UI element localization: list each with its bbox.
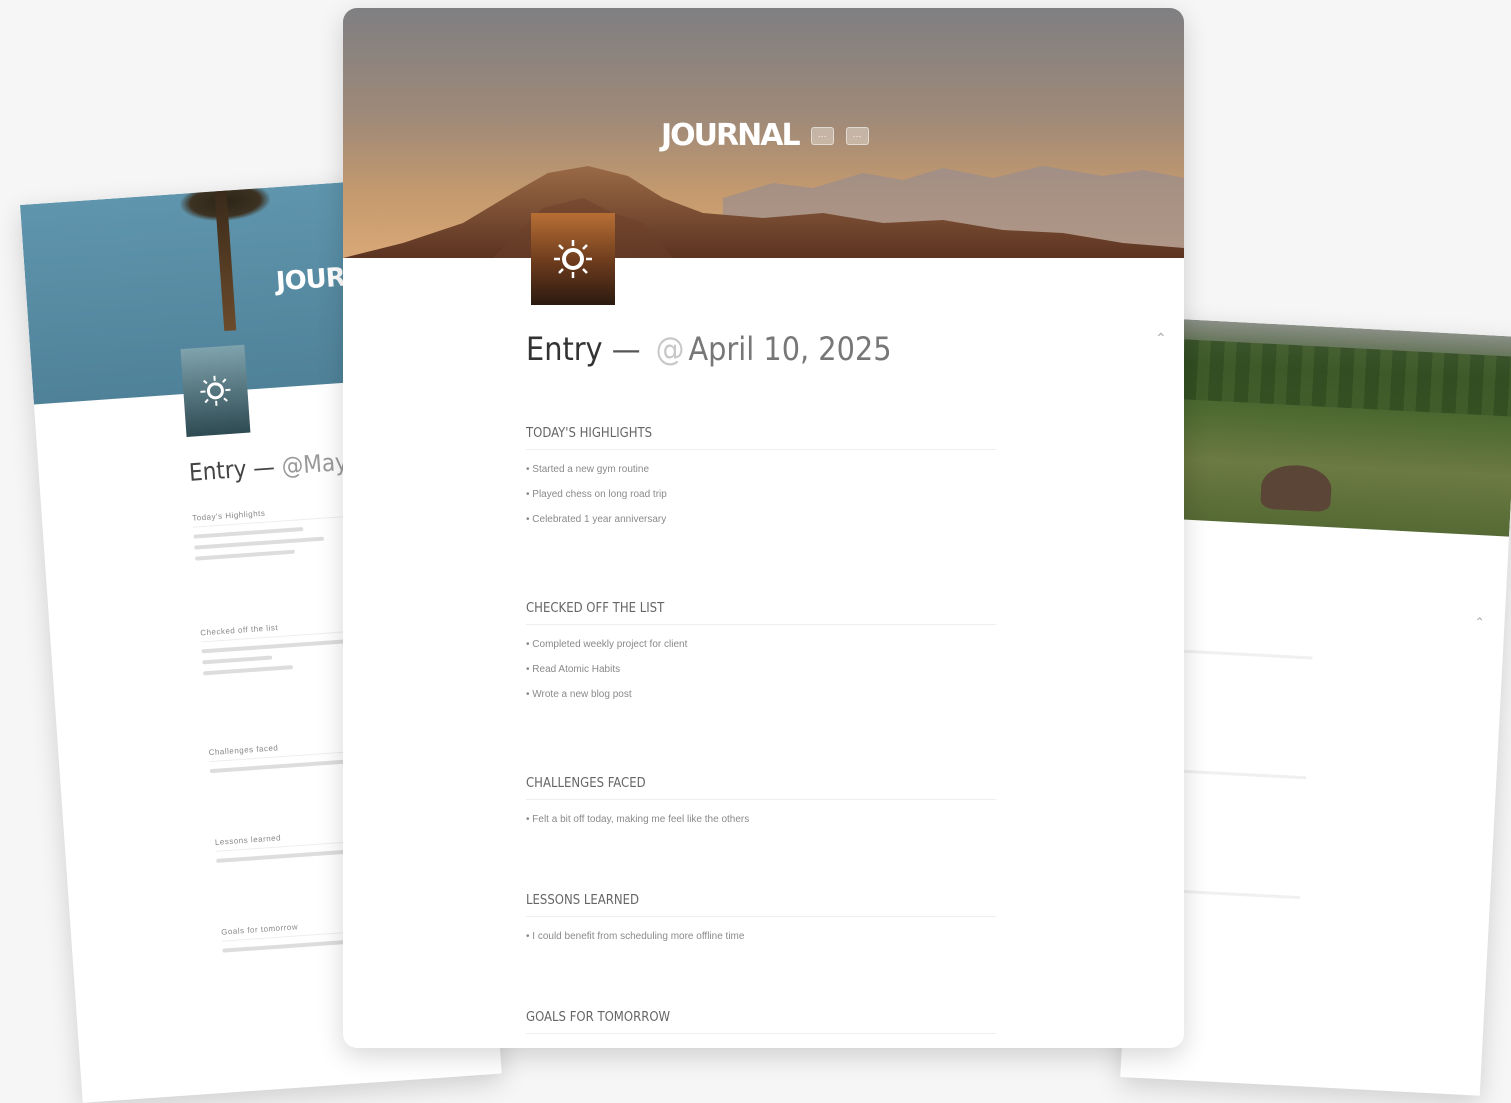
bullet-line xyxy=(194,537,324,550)
cover-title-group: JOURNAL ··· ··· xyxy=(661,118,869,153)
avatar-left xyxy=(180,345,250,437)
bullet-line xyxy=(203,665,293,675)
avatar-main xyxy=(531,213,615,305)
section-heading: Goals for tomorrow xyxy=(526,1010,996,1034)
cover-title: JOURNAL xyxy=(661,118,799,153)
entry-at-icon: @ xyxy=(656,330,685,368)
bullet-line xyxy=(202,656,272,665)
forest-image xyxy=(1156,338,1511,417)
bullet-line xyxy=(193,527,303,539)
cover-button[interactable]: ··· xyxy=(846,127,869,145)
list-item: • Felt a bit off today, making me feel l… xyxy=(526,810,996,830)
journal-card-main[interactable]: JOURNAL ··· ··· Entry — @April 10, 2025 … xyxy=(343,8,1184,1048)
entry-at: @ xyxy=(281,451,305,480)
rock-image xyxy=(1260,464,1332,513)
list-item: • Wrote a new blog post xyxy=(526,685,996,705)
section-heading: Challenges faced xyxy=(526,776,996,800)
collapse-chevron-icon[interactable]: ⌃ xyxy=(1474,615,1485,630)
section-heading: Lessons learned xyxy=(526,893,996,917)
section-heading: Checked off the list xyxy=(526,601,996,625)
section-lessons: Lessons learned • I could benefit from s… xyxy=(526,893,996,952)
section-challenges: Challenges faced • Felt a bit off today,… xyxy=(526,776,996,835)
section-checked-off: Checked off the list • Completed weekly … xyxy=(526,601,996,710)
entry-date: April 10, 2025 xyxy=(688,330,891,368)
sun-icon xyxy=(552,238,594,280)
entry-prefix: Entry xyxy=(188,455,247,487)
cover-button[interactable]: ··· xyxy=(811,127,834,145)
cover-image-right xyxy=(1150,318,1511,537)
bullet-line xyxy=(195,550,295,561)
entry-separator: — xyxy=(612,330,641,368)
list-item: • Celebrated 1 year anniversary xyxy=(526,510,996,530)
section-goals: Goals for tomorrow xyxy=(526,1010,996,1044)
list-item: • Played chess on long road trip xyxy=(526,485,996,505)
entry-prefix: Entry xyxy=(526,330,603,368)
section-highlights: Today's Highlights • Started a new gym r… xyxy=(526,426,996,535)
collapse-chevron-icon[interactable]: ⌃ xyxy=(1155,330,1167,347)
entry-title: Entry — @April 10, 2025 xyxy=(526,330,892,368)
sun-icon xyxy=(197,373,233,409)
list-item: • I could benefit from scheduling more o… xyxy=(526,927,996,947)
divider xyxy=(1163,649,1313,660)
list-item: • Completed weekly project for client xyxy=(526,635,996,655)
list-item: • Read Atomic Habits xyxy=(526,660,996,680)
list-item: • Started a new gym routine xyxy=(526,460,996,480)
bullet-line xyxy=(201,639,351,653)
section-heading: Today's Highlights xyxy=(526,426,996,450)
entry-separator: — xyxy=(252,453,276,482)
